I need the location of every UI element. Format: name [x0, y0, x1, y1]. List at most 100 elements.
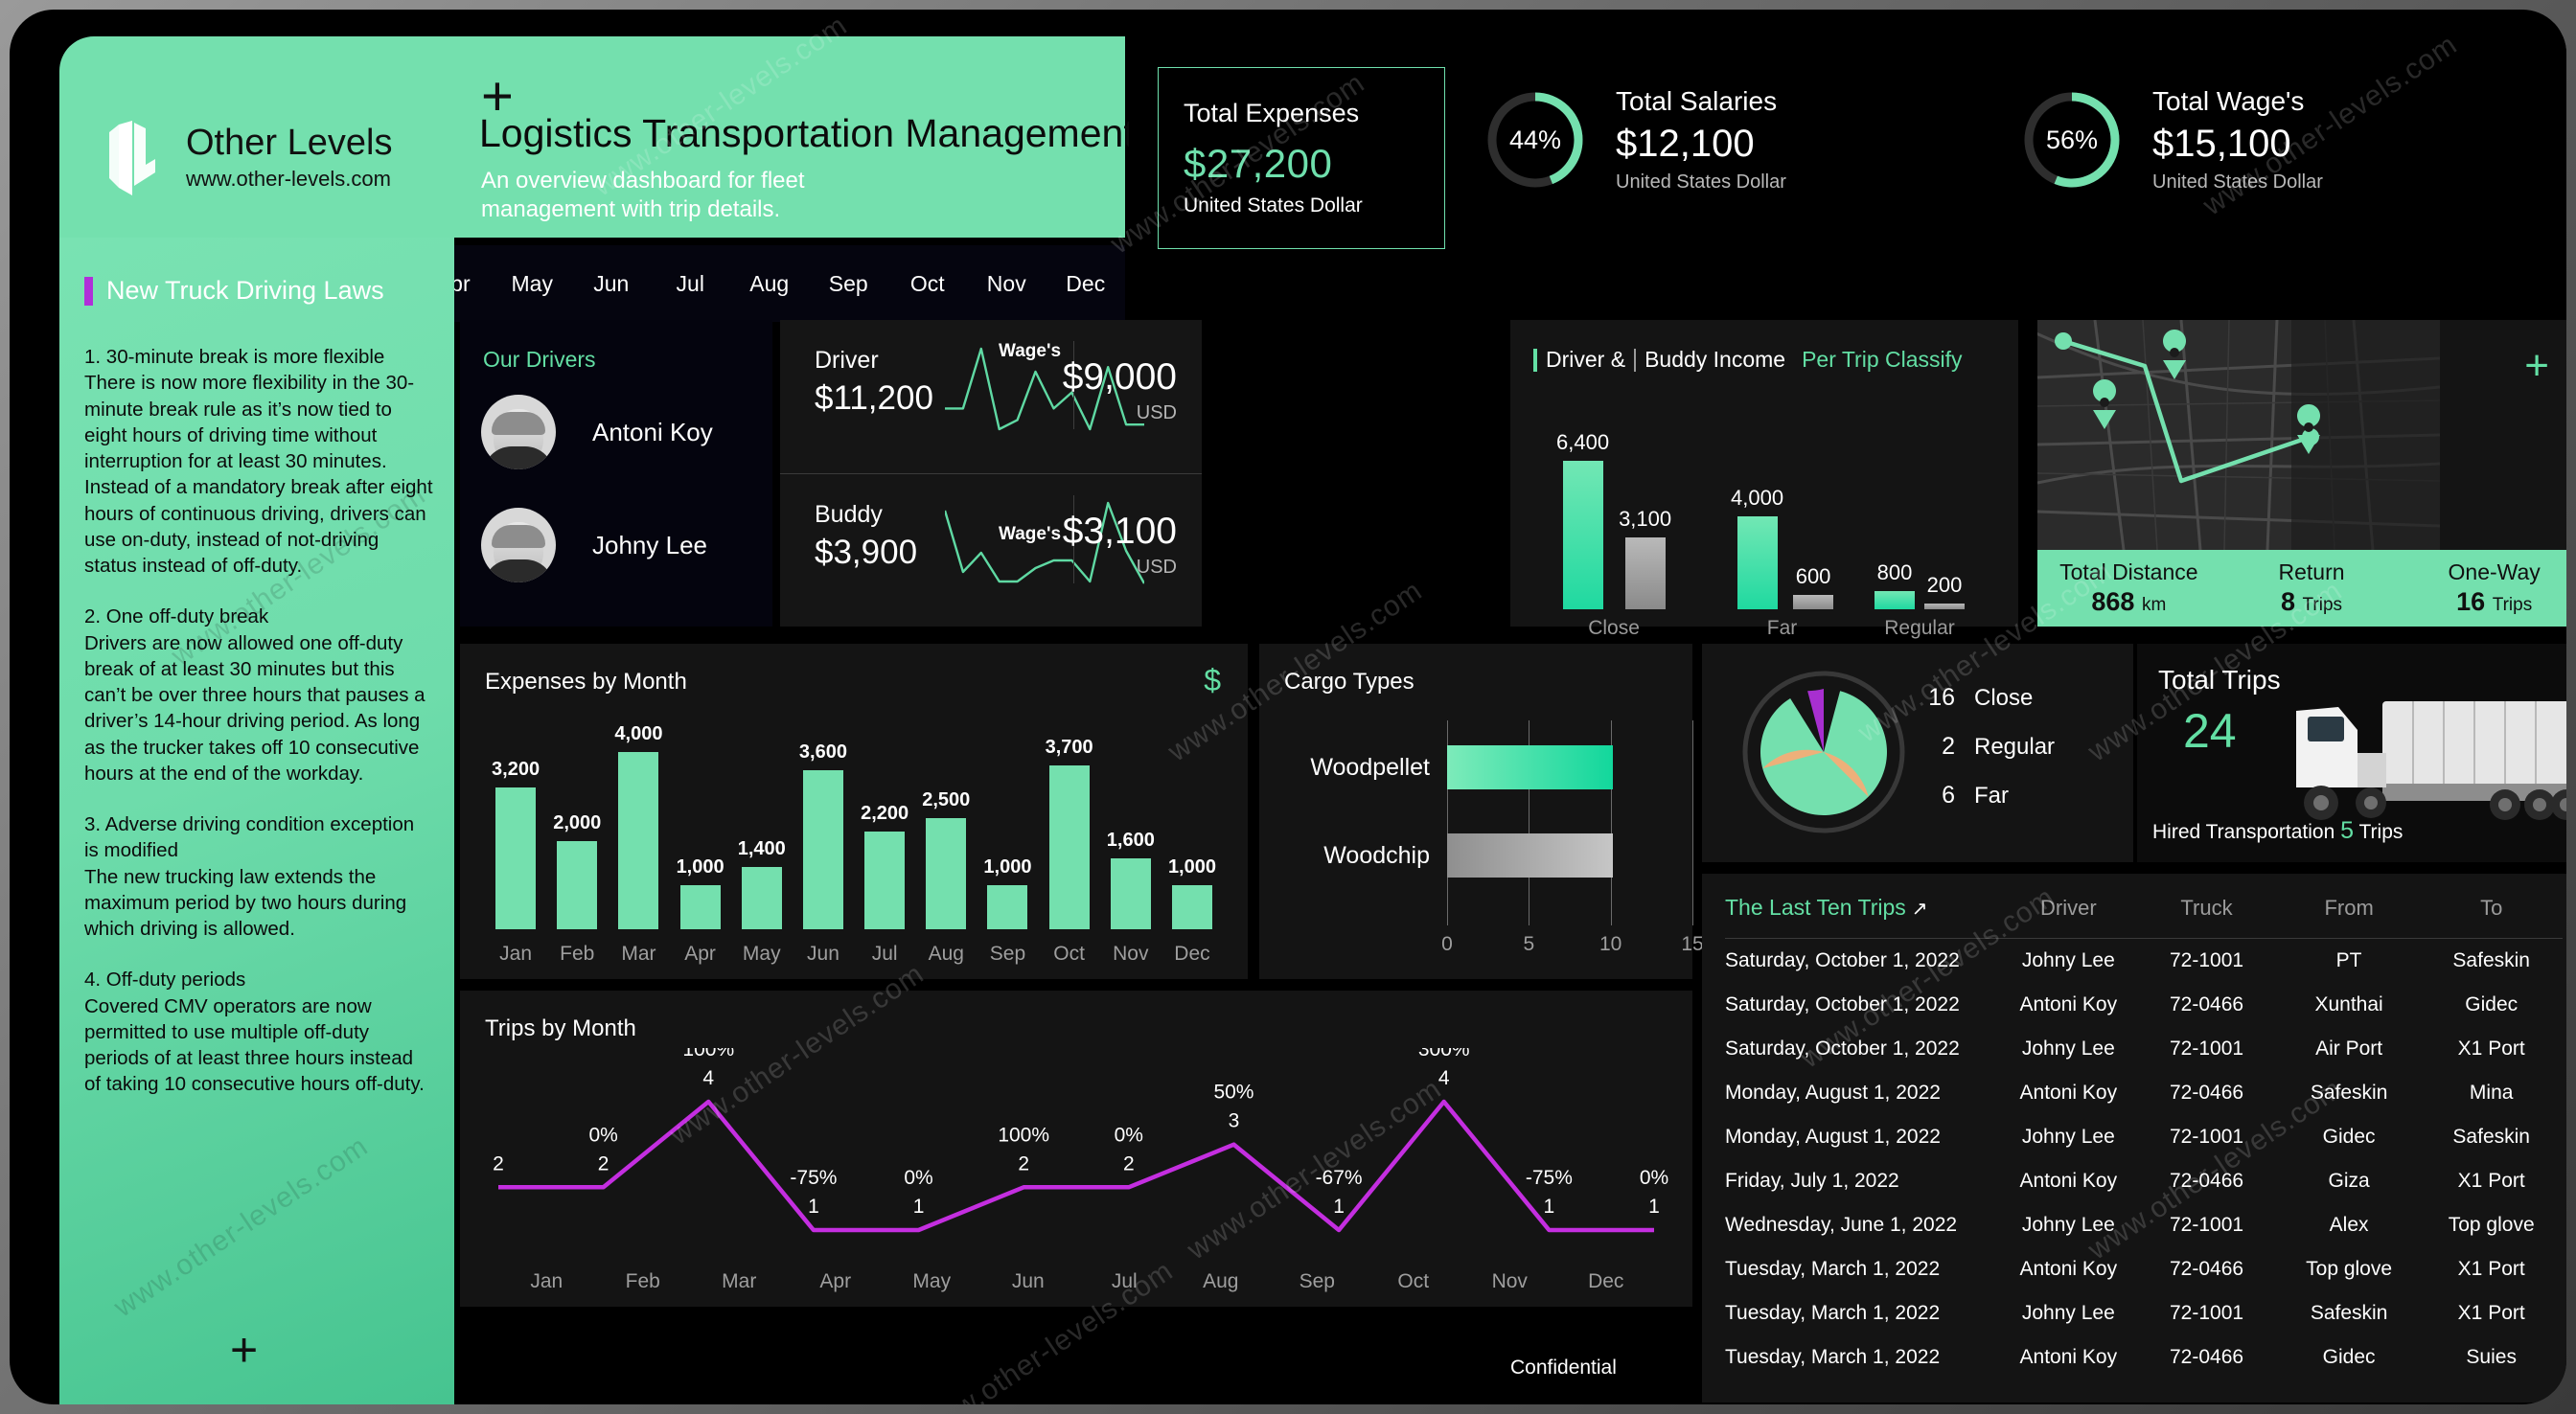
cell-date: Tuesday, March 1, 2022 — [1725, 1302, 1941, 1324]
month-tab-oct[interactable]: Oct — [888, 271, 968, 297]
table-row[interactable]: Saturday, October 1, 2022 Antoni Koy 72-04… — [1725, 983, 2563, 1027]
column-header-truck[interactable]: Truck — [2135, 874, 2278, 939]
cell-date: Saturday, October 1, 2022 — [1725, 1038, 1960, 1060]
month-tab-jul[interactable]: Jul — [651, 271, 730, 297]
map-stat-key: One-Way — [2448, 559, 2541, 584]
table-title[interactable]: The Last Ten Trips ↗ — [1725, 874, 2002, 939]
cargo-x-ticks: 0 5 10 15 — [1441, 933, 1704, 956]
bar — [1874, 590, 1915, 609]
table-row[interactable]: Tuesday, March 1, 2022 Johny Lee 72-1001 Sa… — [1725, 1291, 2563, 1335]
cell-to: X1 Port — [2457, 1302, 2525, 1324]
cell-from: Air Port — [2315, 1038, 2383, 1060]
total-trips-value: 24 — [2183, 704, 2237, 758]
map-stat: One-Way 16 Trips — [2403, 559, 2566, 617]
pie-legend-count: 6 — [1942, 782, 1955, 809]
svg-text:2: 2 — [493, 1152, 504, 1175]
expense-bar-label: 2,200 — [861, 803, 909, 825]
month-tab-nov[interactable]: Nov — [967, 271, 1046, 297]
income-title-b: Buddy Income — [1644, 347, 1786, 372]
month-tab-aug[interactable]: Aug — [730, 271, 810, 297]
income-bar-buddy: 3,100 — [1619, 507, 1671, 609]
cargo-row: Woodchip — [1284, 833, 1654, 878]
svg-text:1: 1 — [1333, 1196, 1345, 1218]
month-tab-sep[interactable]: Sep — [809, 271, 888, 297]
salaries-gauge: 44% — [1484, 88, 1587, 192]
table-row[interactable]: Saturday, October 1, 2022 Johny Lee 72-100… — [1725, 1027, 2563, 1071]
svg-text:3: 3 — [1229, 1110, 1240, 1132]
map-stat-key: Return — [2278, 559, 2345, 584]
month-tab-may[interactable]: May — [493, 271, 572, 297]
map-stat-key: Total Distance — [2059, 559, 2198, 584]
table-row[interactable]: Wednesday, June 1, 2022 Johny Lee 72-1001 A… — [1725, 1203, 2563, 1247]
map-stat: Return 8 Trips — [2220, 559, 2404, 617]
cell-from: Giza — [2328, 1170, 2370, 1192]
cell-date: Monday, August 1, 2022 — [1725, 1082, 1941, 1104]
cell-truck: 72-0466 — [2169, 993, 2244, 1015]
pie-legend-row: 6 Far — [1924, 782, 2055, 810]
month-tab-jun[interactable]: Jun — [572, 271, 652, 297]
pie-legend-row: 2 Regular — [1924, 733, 2055, 761]
month-tab-dec[interactable]: Dec — [1046, 271, 1126, 297]
wages-text: Total Wage's $15,100 United States Dolla… — [2152, 86, 2323, 194]
expenses-x-axis: Jan Feb Mar Apr May Jun Jul Aug Sep Oct Nov Dec — [485, 943, 1223, 966]
trips-x-tick: Aug — [1203, 1270, 1239, 1292]
cell-from: Safeskin — [2310, 1302, 2388, 1324]
news-item: 4. Off-duty periods Covered CMV operator… — [84, 969, 425, 1096]
table-row[interactable]: Friday, July 1, 2022 Antoni Koy 72-0466 Giz… — [1725, 1159, 2563, 1203]
page-subtitle: An overview dashboard for fleet manageme… — [481, 168, 805, 222]
column-header-from[interactable]: From — [2277, 874, 2421, 939]
cell-to: Gidec — [2465, 993, 2518, 1015]
cell-driver: Johny Lee — [2021, 1302, 2115, 1324]
bar — [557, 840, 598, 929]
table-row[interactable]: Tuesday, March 1, 2022 Antoni Koy 72-0466 T… — [1725, 1247, 2563, 1291]
bar — [802, 769, 843, 929]
table-row[interactable]: Tuesday, March 1, 2022 Antoni Koy 72-0466 G… — [1725, 1335, 2563, 1380]
add-icon-bottom[interactable]: + — [230, 1322, 258, 1378]
cell-driver: Antoni Koy — [2019, 1346, 2118, 1368]
table-row[interactable]: Monday, August 1, 2022 Johny Lee 72-1001 Gi… — [1725, 1115, 2563, 1159]
svg-text:2: 2 — [598, 1152, 610, 1175]
income-bar-value: 200 — [1926, 573, 1963, 597]
table-row[interactable]: Monday, August 1, 2022 Antoni Koy 72-0466 S… — [1725, 1071, 2563, 1115]
cell-driver: Antoni Koy — [2019, 993, 2118, 1015]
map-image[interactable] — [2037, 320, 2440, 550]
expense-bar-label: 3,200 — [492, 759, 540, 780]
trips-x-tick: Jan — [530, 1270, 564, 1292]
cell-truck: 72-0466 — [2169, 1082, 2244, 1104]
column-header-driver[interactable]: Driver — [2001, 874, 2136, 939]
table-row[interactable]: Saturday, October 1, 2022 Johny Lee 72-100… — [1725, 939, 2563, 984]
cell-to: X1 Port — [2457, 1170, 2525, 1192]
drivers-card: Our Drivers Antoni Koy Johny Lee — [460, 320, 772, 627]
pie-legend: 16 Close 2 Regular 6 Far — [1924, 684, 2055, 831]
total-expenses-currency: United States Dollar — [1184, 194, 1363, 217]
map-add-icon[interactable]: + — [2524, 345, 2549, 387]
pie-legend-row: 16 Close — [1924, 684, 2055, 712]
expense-x-tick: Dec — [1174, 943, 1210, 965]
cell-date: Saturday, October 1, 2022 — [1725, 993, 1960, 1015]
cell-truck: 72-1001 — [2169, 1126, 2244, 1148]
expense-bar-label: 3,600 — [798, 741, 847, 763]
map-stat: Total Distance 868 km — [2037, 559, 2220, 617]
svg-text:4: 4 — [1438, 1067, 1450, 1089]
cell-from: Gidec — [2322, 1126, 2376, 1148]
driver-list-item[interactable]: Johny Lee — [481, 508, 707, 582]
svg-text:0%: 0% — [1640, 1167, 1668, 1189]
bar — [1562, 461, 1603, 609]
dashboard-root: + Other Levels www.other-levels.com Logi… — [34, 10, 2566, 1404]
table-header-row: The Last Ten Trips ↗ Driver Truck From To — [1725, 874, 2563, 939]
driver-list-item[interactable]: Antoni Koy — [481, 395, 713, 469]
cell-to: Suies — [2466, 1346, 2517, 1368]
total-wages-value: $15,100 — [2152, 123, 2291, 165]
total-expenses-card: Total Expenses $27,200 United States Dol… — [1158, 67, 1445, 249]
external-link-icon[interactable]: ↗ — [1912, 899, 1928, 920]
cell-driver: Antoni Koy — [2019, 1258, 2118, 1280]
bar — [1624, 536, 1666, 609]
salaries-gauge-percent: 44% — [1508, 125, 1562, 154]
bar — [741, 867, 782, 929]
news-item: 3. Adverse driving condition exception i… — [84, 813, 415, 940]
svg-text:0%: 0% — [904, 1167, 932, 1189]
column-header-to[interactable]: To — [2420, 874, 2563, 939]
title-separator — [1634, 348, 1637, 372]
cell-to: X1 Port — [2457, 1038, 2525, 1060]
bar — [1736, 516, 1778, 609]
